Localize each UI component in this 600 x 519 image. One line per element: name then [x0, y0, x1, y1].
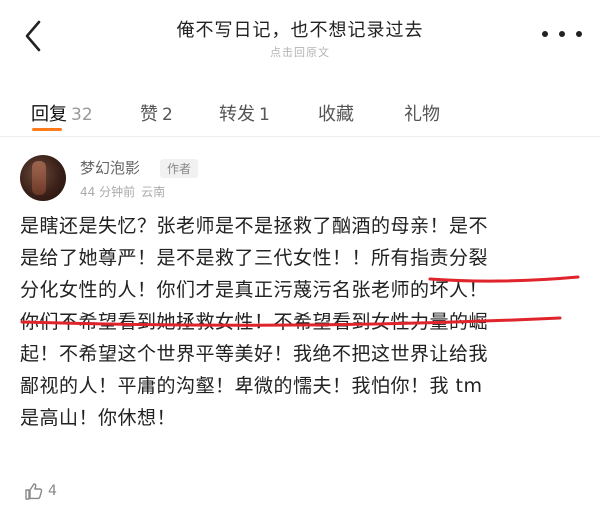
- avatar[interactable]: [20, 155, 66, 201]
- tab-bar: 回复 32 赞2 转发 1 收藏 礼物: [0, 92, 600, 136]
- comment-detail-page: 俺不写日记，也不想记录过去 点击回原文 回复 32 赞2 转发 1 收藏 礼物 梦幻…: [0, 0, 600, 519]
- tab-reposts[interactable]: 转发 1: [219, 100, 270, 126]
- comment-line: 你们不希望看到她拯救女性！不希望看到女性力量的崛: [20, 311, 489, 333]
- comment-meta: 44 分钟前 云南: [80, 183, 165, 200]
- more-dot: [576, 31, 582, 37]
- username[interactable]: 梦幻泡影: [80, 157, 140, 178]
- more-dot: [559, 31, 565, 37]
- tab-label: 礼物: [404, 104, 440, 125]
- tab-label: 收藏: [318, 104, 354, 125]
- comment-line: 鄙视的人！平庸的沟壑！卑微的懦夫！我怕你！我 tm: [20, 375, 483, 397]
- tab-label: 赞: [140, 104, 158, 125]
- back-to-original-link[interactable]: 点击回原文: [0, 44, 600, 60]
- comment-line: 是高山！你休想！: [20, 407, 177, 429]
- comment-time: 44 分钟前: [80, 185, 136, 199]
- like-count: 4: [48, 483, 57, 499]
- tab-likes[interactable]: 赞2: [140, 100, 173, 126]
- tab-gifts[interactable]: 礼物: [404, 100, 440, 126]
- page-title: 俺不写日记，也不想记录过去: [176, 20, 424, 41]
- tab-replies[interactable]: 回复 32: [31, 100, 93, 126]
- tab-label: 回复: [31, 104, 67, 125]
- comment-line: 分化女性的人！你们才是真正污蔑污名张老师的坏人！: [20, 279, 489, 301]
- divider: [0, 136, 600, 137]
- tab-count: 32: [71, 105, 93, 125]
- comment-line: 是瞎还是失忆？张老师是不是拯救了酗酒的母亲！是不: [20, 215, 489, 237]
- like-button[interactable]: 4: [24, 481, 57, 501]
- comment-location: 云南: [141, 185, 166, 199]
- more-options-icon[interactable]: [542, 24, 582, 44]
- author-badge: 作者: [160, 159, 199, 178]
- tab-label: 转发: [219, 104, 255, 125]
- header: 俺不写日记，也不想记录过去 点击回原文: [0, 0, 600, 64]
- comment-text: 是瞎还是失忆？张老师是不是拯救了酗酒的母亲！是不 是给了她尊严！是不是救了三代女…: [20, 210, 585, 434]
- tab-count: 1: [259, 105, 270, 125]
- comment-line: 是给了她尊严！是不是救了三代女性！！所有指责分裂: [20, 247, 489, 269]
- tab-count: 2: [162, 105, 173, 125]
- active-tab-indicator: [32, 128, 62, 131]
- comment-line: 起！不希望这个世界平等美好！我绝不把这世界让给我: [20, 343, 489, 365]
- thumbs-up-icon: [25, 483, 43, 500]
- tab-favorites[interactable]: 收藏: [318, 100, 354, 126]
- more-dot: [542, 31, 548, 37]
